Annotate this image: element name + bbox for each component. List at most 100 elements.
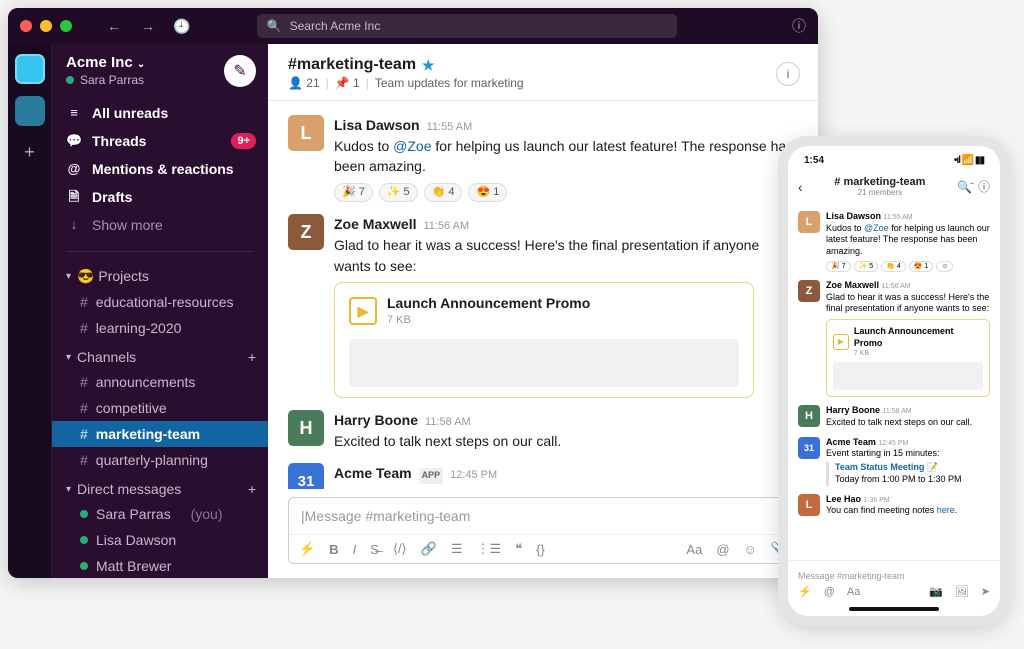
gallery-icon[interactable]: 🖼 <box>955 585 969 598</box>
channel-title[interactable]: #marketing-team <box>288 56 416 74</box>
mention-icon[interactable]: @ <box>716 542 729 557</box>
search-input[interactable]: 🔍 Search Acme Inc <box>257 14 677 38</box>
dms-group-header[interactable]: ▾Direct messages + <box>52 473 268 501</box>
avatar[interactable]: Z <box>288 214 324 250</box>
reaction[interactable]: 😍1 <box>468 183 507 203</box>
ordered-list-icon[interactable]: ☰ <box>451 541 463 557</box>
message[interactable]: 31 Acme Team 12:45 PM Event starting in … <box>798 433 990 490</box>
composer-input[interactable]: |Message #marketing-team <box>289 498 797 535</box>
dm-sara-parras[interactable]: Sara Parras (you) <box>52 501 268 527</box>
message[interactable]: L Lisa Dawson11:55 AM Kudos to @Zoe for … <box>288 109 798 208</box>
nav-forward-icon[interactable]: → <box>136 18 160 34</box>
bullet-list-icon[interactable]: ⋮☰ <box>476 541 501 557</box>
mobile-channel-title[interactable]: # marketing-team <box>809 176 951 188</box>
format-icon[interactable]: Aa <box>686 542 702 557</box>
file-attachment[interactable]: ▶ Launch Announcement Promo 7 KB <box>334 282 754 398</box>
history-icon[interactable]: 🕘 <box>170 18 194 35</box>
members-icon[interactable]: 👤 21 <box>288 76 320 90</box>
bold-icon[interactable]: B <box>329 542 338 557</box>
message[interactable]: Z Zoe Maxwell11:56 AM Glad to hear it wa… <box>288 208 798 404</box>
mention-icon[interactable]: @ <box>824 586 835 598</box>
channel-learning-2020[interactable]: #learning-2020 <box>52 315 268 341</box>
camera-icon[interactable]: 📷 <box>929 585 943 598</box>
message[interactable]: L Lisa Dawson 11:55 AM Kudos to @Zoe for… <box>798 207 990 276</box>
add-workspace-icon[interactable]: + <box>24 142 35 163</box>
format-icon[interactable]: Aa <box>847 586 860 598</box>
channel-topic[interactable]: Team updates for marketing <box>375 76 524 90</box>
message[interactable]: 31 Acme TeamAPP12:45 PM Event starting i… <box>288 457 798 489</box>
sidebar-threads[interactable]: 💬Threads9+ <box>52 127 268 155</box>
shortcuts-icon[interactable]: ⚡ <box>299 541 315 557</box>
reaction[interactable]: 😍 1 <box>909 261 934 272</box>
channel-announcements[interactable]: #announcements <box>52 369 268 395</box>
message-list[interactable]: L Lisa Dawson11:55 AM Kudos to @Zoe for … <box>268 101 818 489</box>
mobile-message-list[interactable]: L Lisa Dawson 11:55 AM Kudos to @Zoe for… <box>788 207 1000 560</box>
back-icon[interactable]: ‹ <box>798 179 803 195</box>
minimize-window-icon[interactable] <box>40 20 52 32</box>
avatar[interactable]: L <box>798 211 820 233</box>
channel-educational-resources[interactable]: #educational-resources <box>52 289 268 315</box>
sidebar-drafts[interactable]: 🗎Drafts <box>52 183 268 211</box>
calendar-app-icon[interactable]: 31 <box>798 437 820 459</box>
channel-competitive[interactable]: #competitive <box>52 395 268 421</box>
avatar[interactable]: L <box>798 494 820 516</box>
projects-group-header[interactable]: ▾😎 Projects <box>52 260 268 289</box>
sender-name[interactable]: Zoe Maxwell <box>334 214 416 234</box>
sidebar-mentions[interactable]: @Mentions & reactions <box>52 155 268 183</box>
reaction[interactable]: 🎉 7 <box>826 261 851 272</box>
dm-lisa-dawson[interactable]: Lisa Dawson <box>52 527 268 553</box>
workspace-icon-1[interactable] <box>15 54 45 84</box>
sidebar-show-more[interactable]: ↓Show more <box>52 211 268 239</box>
sender-name[interactable]: Lisa Dawson <box>334 115 420 135</box>
avatar[interactable]: H <box>798 405 820 427</box>
reaction[interactable]: 🎉7 <box>334 183 373 203</box>
reaction[interactable]: 👏 4 <box>881 261 906 272</box>
calendar-event[interactable]: Team Status Meeting 📝 Today from 1:00 PM… <box>826 462 990 485</box>
mention[interactable]: @Zoe <box>393 138 431 154</box>
link-icon[interactable]: 🔗 <box>421 541 437 557</box>
star-icon[interactable]: ★ <box>422 57 435 74</box>
emoji-icon[interactable]: ☺ <box>744 542 757 557</box>
blockquote-icon[interactable]: ❝ <box>515 541 522 557</box>
code-icon[interactable]: ⟨/⟩ <box>393 541 407 557</box>
dm-matt-brewer[interactable]: Matt Brewer <box>52 553 268 578</box>
info-icon[interactable]: ⓘ <box>978 178 990 195</box>
message[interactable]: Z Zoe Maxwell 11:56 AM Glad to hear it w… <box>798 276 990 402</box>
maximize-window-icon[interactable] <box>60 20 72 32</box>
pins-icon[interactable]: 📌 1 <box>335 76 360 90</box>
reaction[interactable]: ✨ 5 <box>854 261 879 272</box>
channel-quarterly-planning[interactable]: #quarterly-planning <box>52 447 268 473</box>
reaction[interactable]: 👏4 <box>424 183 463 203</box>
nav-back-icon[interactable]: ← <box>102 18 126 34</box>
message[interactable]: H Harry Boone 11:58 AM Excited to talk n… <box>798 401 990 432</box>
avatar[interactable]: H <box>288 410 324 446</box>
compose-button[interactable]: ✎ <box>224 55 256 87</box>
message[interactable]: L Lee Hao 1:36 PM You can find meeting n… <box>798 490 990 521</box>
channel-info-icon[interactable]: i <box>776 62 800 86</box>
reaction[interactable]: ✨5 <box>379 183 418 203</box>
italic-icon[interactable]: I <box>353 542 357 557</box>
shortcuts-icon[interactable]: ⚡ <box>798 585 812 598</box>
add-channel-icon[interactable]: + <box>248 349 256 365</box>
add-dm-icon[interactable]: + <box>248 481 256 497</box>
send-icon[interactable]: ➤ <box>981 585 990 598</box>
close-window-icon[interactable] <box>20 20 32 32</box>
file-attachment[interactable]: ▶ Launch Announcement Promo7 KB <box>826 319 990 397</box>
sidebar-all-unreads[interactable]: ≡All unreads <box>52 99 268 127</box>
codeblock-icon[interactable]: {} <box>536 542 545 557</box>
search-icon[interactable]: 🔍̄ <box>957 180 972 194</box>
channel-marketing-team[interactable]: #marketing-team <box>52 421 268 447</box>
workspace-header[interactable]: Acme Inc ⌄ Sara Parras ✎ <box>52 44 268 95</box>
strike-icon[interactable]: S̶ <box>370 542 379 557</box>
add-reaction-icon[interactable]: ☺ <box>936 261 953 272</box>
sender-name[interactable]: Acme Team <box>334 463 412 483</box>
message[interactable]: H Harry Boone11:58 AM Excited to talk ne… <box>288 404 798 457</box>
workspace-icon-2[interactable] <box>15 96 45 126</box>
avatar[interactable]: L <box>288 115 324 151</box>
help-icon[interactable]: ⓘ <box>792 16 806 36</box>
sender-name[interactable]: Harry Boone <box>334 410 418 430</box>
channels-group-header[interactable]: ▾Channels + <box>52 341 268 369</box>
calendar-app-icon[interactable]: 31 <box>288 463 324 489</box>
avatar[interactable]: Z <box>798 280 820 302</box>
mobile-composer-input[interactable]: Message #marketing-team <box>798 567 990 585</box>
